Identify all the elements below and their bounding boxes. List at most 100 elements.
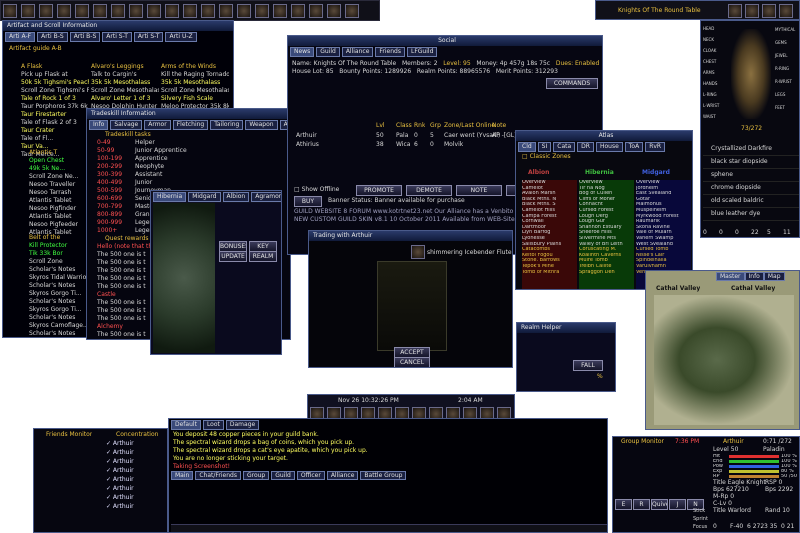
- top-right-icon[interactable]: [745, 4, 759, 18]
- zone-map-image[interactable]: [654, 295, 794, 425]
- toolbar-ability-icon[interactable]: [165, 4, 179, 18]
- friend-entry[interactable]: ✓ Arthuir: [106, 448, 166, 457]
- artifact-tab[interactable]: Arti U-Z: [165, 32, 197, 42]
- realm-helper-fall-button[interactable]: FALL: [573, 360, 603, 371]
- toolbar-ability-icon[interactable]: [93, 4, 107, 18]
- tradeskill-tab[interactable]: Weapon: [245, 120, 278, 130]
- equipment-slot[interactable]: JEWEL: [775, 49, 799, 62]
- equipment-slot[interactable]: GEMS: [775, 36, 799, 49]
- social-tab[interactable]: Guild: [316, 47, 340, 57]
- inventory-item[interactable]: sphene: [703, 169, 799, 182]
- toolbar-ability-icon[interactable]: [39, 4, 53, 18]
- equipment-slot[interactable]: ARMS: [703, 67, 727, 78]
- friend-entry[interactable]: ✓ Arthuir: [106, 475, 166, 484]
- member-column-header[interactable]: Lvl: [376, 122, 385, 130]
- chat-tab[interactable]: Default: [171, 420, 201, 430]
- group-hotkey-button[interactable]: E: [615, 499, 632, 510]
- social-tab[interactable]: Alliance: [341, 47, 374, 57]
- buy-banner-button[interactable]: BUY: [294, 196, 322, 207]
- realm-map-button[interactable]: UPDATE: [219, 251, 247, 262]
- group-hotkey-button[interactable]: R: [633, 499, 650, 510]
- toolbar-ability-icon[interactable]: [147, 4, 161, 18]
- friend-entry[interactable]: ✓ Arthuir: [106, 493, 166, 502]
- toolbar-ability-icon[interactable]: [183, 4, 197, 18]
- inventory-item[interactable]: blue leather dye: [703, 208, 799, 221]
- chat-channel-tab[interactable]: Battle Group: [360, 471, 407, 480]
- friend-entry[interactable]: ✓ Arthuir: [106, 466, 166, 475]
- toolbar-ability-icon[interactable]: [255, 4, 269, 18]
- social-tab[interactable]: News: [290, 47, 315, 57]
- chat-channel-tab[interactable]: Guild: [271, 471, 295, 480]
- member-column-header[interactable]: Grp: [430, 122, 441, 130]
- group-hotkey-button[interactable]: J: [669, 499, 686, 510]
- group-toggle-label[interactable]: Focus: [693, 523, 707, 531]
- artifact-tab[interactable]: Arti S-T: [102, 32, 132, 42]
- artifact-column-title[interactable]: A Flask: [21, 63, 89, 71]
- equipment-slot[interactable]: FEET: [775, 101, 799, 114]
- tradeskill-tab[interactable]: Info: [89, 120, 109, 130]
- zone-map-tab[interactable]: Master: [716, 272, 745, 281]
- equipment-slot[interactable]: HANDS: [703, 78, 727, 89]
- social-action-button[interactable]: PROMOTE: [356, 185, 402, 196]
- atlas-realm-header[interactable]: Midgard: [642, 169, 670, 177]
- toolbar-ability-icon[interactable]: [129, 4, 143, 18]
- equipment-slot[interactable]: HEAD: [703, 23, 727, 34]
- show-offline-label[interactable]: □ Show Offline: [294, 186, 339, 194]
- toolbar-ability-icon[interactable]: [345, 4, 359, 18]
- inventory-item[interactable]: chrome diopside: [703, 182, 799, 195]
- artifact-tab[interactable]: Arti A-F: [5, 32, 36, 42]
- member-column-header[interactable]: Zone/Last Online: [444, 122, 495, 130]
- equipment-slot[interactable]: R-RING: [775, 62, 799, 75]
- group-toggle-label[interactable]: Stick: [693, 507, 705, 515]
- chat-tab[interactable]: Loot: [202, 420, 224, 430]
- atlas-tab[interactable]: SI: [537, 142, 552, 152]
- atlas-tab[interactable]: Cata: [553, 142, 576, 152]
- toolbar-ability-icon[interactable]: [21, 4, 35, 18]
- toolbar-ability-icon[interactable]: [237, 4, 251, 18]
- realm-map-tab[interactable]: Agramon: [251, 192, 281, 202]
- group-hotkey-button[interactable]: Quiver: [651, 499, 668, 510]
- atlas-tab[interactable]: House: [595, 142, 623, 152]
- inventory-item[interactable]: black star diopside: [703, 156, 799, 169]
- artifact-column-title[interactable]: Alvaro's Leggings: [91, 63, 159, 71]
- toolbar-ability-icon[interactable]: [3, 4, 17, 18]
- chat-tab[interactable]: Damage: [225, 420, 260, 430]
- social-tab[interactable]: Friends: [375, 47, 405, 57]
- equipment-slot[interactable]: L-RING: [703, 89, 727, 100]
- social-action-button[interactable]: NOTE: [456, 185, 502, 196]
- friend-entry[interactable]: ✓ Arthuir: [106, 502, 166, 511]
- zone-map-tab[interactable]: Info: [744, 272, 764, 281]
- toolbar-ability-icon[interactable]: [111, 4, 125, 18]
- chat-channel-tab[interactable]: Main: [171, 471, 194, 480]
- realm-map-button[interactable]: REALM: [249, 251, 277, 262]
- equipment-slot[interactable]: MYTHICAL: [775, 23, 799, 36]
- commands-button[interactable]: COMMANDS: [546, 78, 598, 89]
- tradeskill-tab[interactable]: Armor: [144, 120, 171, 130]
- chat-input[interactable]: [171, 524, 607, 532]
- realm-map-tab[interactable]: Hibernia: [153, 192, 187, 202]
- friend-entry[interactable]: ✓ Arthuir: [106, 439, 166, 448]
- toolbar-ability-icon[interactable]: [75, 4, 89, 18]
- chat-channel-tab[interactable]: Officer: [296, 471, 325, 480]
- atlas-tab[interactable]: Cld: [518, 142, 536, 152]
- social-tab[interactable]: LFGuild: [406, 47, 438, 57]
- equipment-slot[interactable]: L-WRIST: [703, 100, 727, 111]
- atlas-tab[interactable]: DR: [577, 142, 594, 152]
- member-column-header[interactable]: Note: [492, 122, 506, 130]
- atlas-realm-header[interactable]: Albion: [528, 169, 549, 177]
- atlas-tab[interactable]: RvR: [645, 142, 666, 152]
- atlas-zone-hibernia-dungeon[interactable]: Spraggon Den: [579, 270, 634, 276]
- toolbar-ability-icon[interactable]: [273, 4, 287, 18]
- tradeskill-tab[interactable]: Fletching: [172, 120, 209, 130]
- friend-entry[interactable]: ✓ Arthuir: [106, 457, 166, 466]
- top-right-icon[interactable]: [779, 4, 793, 18]
- social-action-button[interactable]: DEMOTE: [406, 185, 452, 196]
- artifact-column-title[interactable]: Arms of the Winds: [161, 63, 229, 71]
- equipment-slot[interactable]: LEGS: [775, 88, 799, 101]
- member-column-header[interactable]: Rnk: [414, 122, 425, 130]
- tradeskill-tab[interactable]: Tailoring: [210, 120, 244, 130]
- inventory-item[interactable]: Crystallized Darkfire: [703, 143, 799, 156]
- member-column-header[interactable]: Class: [396, 122, 412, 130]
- tradeskill-tab[interactable]: Salvage: [110, 120, 143, 130]
- equipment-slot[interactable]: CLOAK: [703, 45, 727, 56]
